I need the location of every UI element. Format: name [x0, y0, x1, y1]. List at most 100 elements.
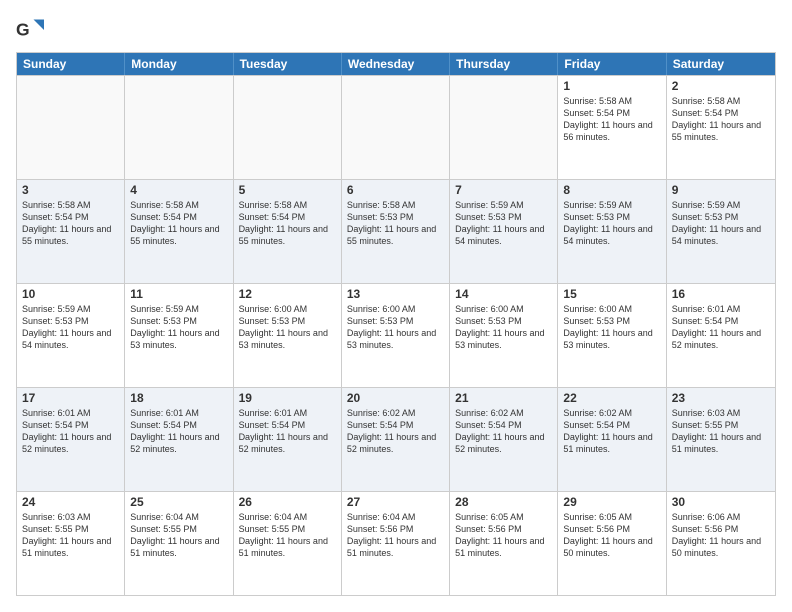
calendar-cell: 12 Sunrise: 6:00 AMSunset: 5:53 PMDayligh… [234, 284, 342, 387]
day-info: Sunrise: 6:06 AMSunset: 5:56 PMDaylight:… [672, 511, 770, 560]
cal-header-saturday: Saturday [667, 53, 775, 75]
cal-header-sunday: Sunday [17, 53, 125, 75]
calendar: SundayMondayTuesdayWednesdayThursdayFrid… [16, 52, 776, 596]
calendar-week-4: 17 Sunrise: 6:01 AMSunset: 5:54 PMDayligh… [17, 387, 775, 491]
calendar-cell: 25Sunrise: 6:04 AMSunset: 5:55 PMDayligh… [125, 492, 233, 595]
day-number: 7 [455, 183, 552, 197]
day-info: Sunrise: 6:05 AMSunset: 5:56 PMDaylight:… [563, 511, 660, 560]
day-number: 15 [563, 287, 660, 301]
day-number: 3 [22, 183, 119, 197]
day-number: 22 [563, 391, 660, 405]
logo-icon: G [16, 16, 44, 44]
calendar-cell: 15 Sunrise: 6:00 AMSunset: 5:53 PMDayligh… [558, 284, 666, 387]
day-info: Sunrise: 6:00 AMSunset: 5:53 PMDaylight:… [563, 303, 660, 352]
day-info: Sunrise: 6:01 AMSunset: 5:54 PMDaylight:… [239, 407, 336, 456]
day-number: 13 [347, 287, 444, 301]
calendar-cell: 13 Sunrise: 6:00 AMSunset: 5:53 PMDayligh… [342, 284, 450, 387]
day-info: Sunrise: 5:59 AMSunset: 5:53 PMDaylight:… [672, 199, 770, 248]
day-number: 9 [672, 183, 770, 197]
day-info: Sunrise: 6:02 AMSunset: 5:54 PMDaylight:… [347, 407, 444, 456]
calendar-cell: 22 Sunrise: 6:02 AMSunset: 5:54 PMDayligh… [558, 388, 666, 491]
calendar-cell [234, 76, 342, 179]
day-number: 18 [130, 391, 227, 405]
day-number: 19 [239, 391, 336, 405]
calendar-week-2: 3 Sunrise: 5:58 AMSunset: 5:54 PMDaylight… [17, 179, 775, 283]
cal-header-wednesday: Wednesday [342, 53, 450, 75]
calendar-week-1: 1 Sunrise: 5:58 AMSunset: 5:54 PMDaylight… [17, 75, 775, 179]
day-number: 16 [672, 287, 770, 301]
cal-header-friday: Friday [558, 53, 666, 75]
day-info: Sunrise: 6:00 AMSunset: 5:53 PMDaylight:… [455, 303, 552, 352]
day-info: Sunrise: 5:58 AMSunset: 5:54 PMDaylight:… [563, 95, 660, 144]
calendar-cell: 6 Sunrise: 5:58 AMSunset: 5:53 PMDaylight… [342, 180, 450, 283]
day-info: Sunrise: 6:02 AMSunset: 5:54 PMDaylight:… [455, 407, 552, 456]
day-number: 10 [22, 287, 119, 301]
calendar-cell: 19 Sunrise: 6:01 AMSunset: 5:54 PMDayligh… [234, 388, 342, 491]
calendar-cell: 29 Sunrise: 6:05 AMSunset: 5:56 PMDayligh… [558, 492, 666, 595]
day-number: 14 [455, 287, 552, 301]
calendar-cell: 30 Sunrise: 6:06 AMSunset: 5:56 PMDayligh… [667, 492, 775, 595]
calendar-cell: 8 Sunrise: 5:59 AMSunset: 5:53 PMDaylight… [558, 180, 666, 283]
day-number: 27 [347, 495, 444, 509]
day-info: Sunrise: 5:59 AMSunset: 5:53 PMDaylight:… [455, 199, 552, 248]
day-number: 6 [347, 183, 444, 197]
day-number: 23 [672, 391, 770, 405]
calendar-cell: 17 Sunrise: 6:01 AMSunset: 5:54 PMDayligh… [17, 388, 125, 491]
day-info: Sunrise: 6:00 AMSunset: 5:53 PMDaylight:… [347, 303, 444, 352]
day-info: Sunrise: 5:59 AMSunset: 5:53 PMDaylight:… [563, 199, 660, 248]
day-number: 5 [239, 183, 336, 197]
calendar-cell: 10 Sunrise: 5:59 AMSunset: 5:53 PMDayligh… [17, 284, 125, 387]
day-info: Sunrise: 5:58 AMSunset: 5:54 PMDaylight:… [130, 199, 227, 248]
calendar-cell: 24 Sunrise: 6:03 AMSunset: 5:55 PMDayligh… [17, 492, 125, 595]
calendar-cell: 28Sunrise: 6:05 AMSunset: 5:56 PMDayligh… [450, 492, 558, 595]
day-number: 30 [672, 495, 770, 509]
calendar-cell: 1 Sunrise: 5:58 AMSunset: 5:54 PMDaylight… [558, 76, 666, 179]
day-info: Sunrise: 6:03 AMSunset: 5:55 PMDaylight:… [22, 511, 119, 560]
day-info: Sunrise: 5:58 AMSunset: 5:54 PMDaylight:… [239, 199, 336, 248]
day-number: 26 [239, 495, 336, 509]
calendar-header: SundayMondayTuesdayWednesdayThursdayFrid… [17, 53, 775, 75]
calendar-cell: 21Sunrise: 6:02 AMSunset: 5:54 PMDayligh… [450, 388, 558, 491]
day-number: 20 [347, 391, 444, 405]
day-info: Sunrise: 6:00 AMSunset: 5:53 PMDaylight:… [239, 303, 336, 352]
calendar-cell: 16Sunrise: 6:01 AMSunset: 5:54 PMDayligh… [667, 284, 775, 387]
day-info: Sunrise: 6:04 AMSunset: 5:55 PMDaylight:… [239, 511, 336, 560]
day-info: Sunrise: 6:01 AMSunset: 5:54 PMDaylight:… [130, 407, 227, 456]
day-number: 28 [455, 495, 552, 509]
calendar-cell [125, 76, 233, 179]
day-info: Sunrise: 6:01 AMSunset: 5:54 PMDaylight:… [22, 407, 119, 456]
cal-header-thursday: Thursday [450, 53, 558, 75]
day-number: 4 [130, 183, 227, 197]
calendar-cell: 11 Sunrise: 5:59 AMSunset: 5:53 PMDayligh… [125, 284, 233, 387]
day-number: 8 [563, 183, 660, 197]
day-number: 2 [672, 79, 770, 93]
calendar-cell: 7 Sunrise: 5:59 AMSunset: 5:53 PMDaylight… [450, 180, 558, 283]
calendar-week-3: 10 Sunrise: 5:59 AMSunset: 5:53 PMDayligh… [17, 283, 775, 387]
day-number: 17 [22, 391, 119, 405]
day-info: Sunrise: 6:04 AMSunset: 5:55 PMDaylight:… [130, 511, 227, 560]
day-info: Sunrise: 5:58 AMSunset: 5:53 PMDaylight:… [347, 199, 444, 248]
svg-text:G: G [16, 19, 30, 39]
page-header: G [16, 16, 776, 44]
day-number: 29 [563, 495, 660, 509]
day-number: 11 [130, 287, 227, 301]
day-info: Sunrise: 6:02 AMSunset: 5:54 PMDaylight:… [563, 407, 660, 456]
day-info: Sunrise: 5:59 AMSunset: 5:53 PMDaylight:… [22, 303, 119, 352]
day-info: Sunrise: 6:03 AMSunset: 5:55 PMDaylight:… [672, 407, 770, 456]
calendar-cell: 2 Sunrise: 5:58 AMSunset: 5:54 PMDaylight… [667, 76, 775, 179]
day-info: Sunrise: 5:58 AMSunset: 5:54 PMDaylight:… [22, 199, 119, 248]
day-number: 24 [22, 495, 119, 509]
logo: G [16, 16, 48, 44]
calendar-cell: 9 Sunrise: 5:59 AMSunset: 5:53 PMDaylight… [667, 180, 775, 283]
day-number: 12 [239, 287, 336, 301]
calendar-cell: 4 Sunrise: 5:58 AMSunset: 5:54 PMDaylight… [125, 180, 233, 283]
calendar-cell: 20 Sunrise: 6:02 AMSunset: 5:54 PMDayligh… [342, 388, 450, 491]
calendar-cell: 14 Sunrise: 6:00 AMSunset: 5:53 PMDayligh… [450, 284, 558, 387]
day-info: Sunrise: 5:58 AMSunset: 5:54 PMDaylight:… [672, 95, 770, 144]
cal-header-monday: Monday [125, 53, 233, 75]
calendar-cell [17, 76, 125, 179]
day-number: 1 [563, 79, 660, 93]
day-info: Sunrise: 6:04 AMSunset: 5:56 PMDaylight:… [347, 511, 444, 560]
calendar-cell: 26 Sunrise: 6:04 AMSunset: 5:55 PMDayligh… [234, 492, 342, 595]
day-info: Sunrise: 5:59 AMSunset: 5:53 PMDaylight:… [130, 303, 227, 352]
